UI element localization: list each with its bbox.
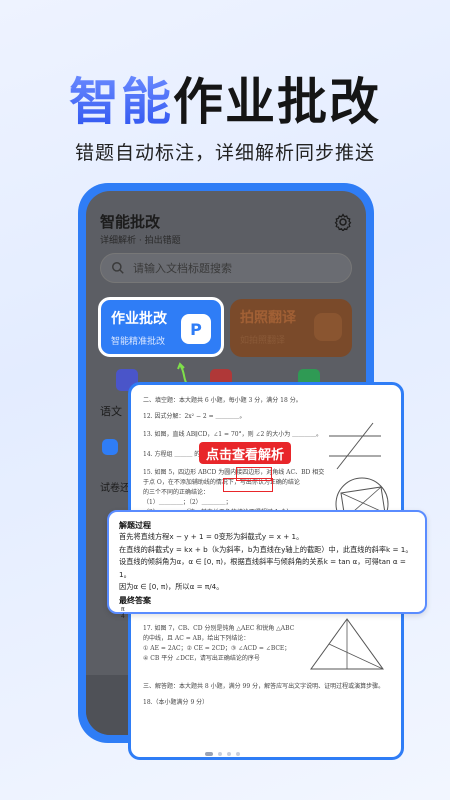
answer-numerator: π	[121, 605, 125, 613]
solution-line: 设直线的倾斜角为α，α ∈ [0, π)，根据直线斜率与倾斜角的关系k = ta…	[119, 557, 406, 579]
error-mark-box	[223, 478, 273, 492]
answer-heading: 最终答案	[119, 595, 151, 605]
search-placeholder: 请输入文档标题搜索	[133, 262, 232, 275]
hero-title: 智能作业批改	[0, 62, 450, 134]
gear-icon[interactable]	[334, 213, 352, 231]
doc-line: 的中线，且 AC = AB，给出下列结论：	[143, 635, 250, 642]
doc-line: （1）＿＿＿＿；（2）＿＿＿＿；	[143, 499, 232, 506]
parallel-lines-figure	[329, 422, 381, 470]
carousel-dot[interactable]	[227, 752, 231, 756]
carousel-dot[interactable]	[205, 752, 213, 756]
doc-line: 三、解答题：本大题共 8 小题，满分 99 分，解答应写出文字说明、证明过程或演…	[143, 683, 385, 690]
carousel-indicator	[205, 752, 240, 756]
homework-correction-card[interactable]: 作业批改 智能精准批改 P	[98, 297, 224, 357]
solution-line: 因为α ∈ [0, π)，所以α = π/4。	[119, 582, 224, 591]
doc-line: 12. 因式分解：2x² − 2 = ＿＿＿＿。	[143, 413, 246, 420]
answer-denominator: 4	[121, 612, 125, 620]
doc-line: ① AE = 2AC；② CE = 2CD；③ ∠ACD = ∠BCE；	[143, 645, 291, 652]
triangle-figure	[310, 618, 384, 670]
doc-line: 17. 如图 7，CB、CD 分别是钝角 △AEC 和锐角 △ABC	[143, 625, 295, 632]
doc-line: 13. 如图，直线 AB∥CD，∠1 = 70°，则 ∠2 的大小为 ＿＿＿＿。	[143, 431, 323, 438]
carousel-dot[interactable]	[218, 752, 222, 756]
solution-heading: 解题过程	[119, 521, 151, 530]
hero-title-accent: 智能	[69, 73, 173, 131]
restore-icon[interactable]	[102, 439, 118, 455]
hero-title-rest: 作业批改	[173, 73, 381, 131]
app-title: 智能批改	[100, 213, 161, 231]
carousel-dot[interactable]	[236, 752, 240, 756]
solution-card: 解题过程 首先将直线方程x − y + 1 = 0变形为斜截式y = x + 1…	[107, 510, 427, 620]
doc-line: 二、填空题：本大题共 6 小题，每小题 3 分，满分 18 分。	[143, 397, 302, 404]
doc-line: 15. 如图 5，四边形 ABCD 为圆内接四边形，对角线 AC、BD 相交	[143, 469, 325, 476]
camera-icon	[314, 313, 342, 341]
doc-line: 18.（本小题满分 9 分）	[143, 699, 209, 706]
solution-line: 在直线的斜截式y = kx + b（k为斜率，b为直线在y轴上的截距）中，此直线…	[119, 544, 413, 554]
search-input[interactable]: 请输入文档标题搜索	[100, 253, 352, 283]
hero-subtitle: 错题自动标注，详细解析同步推送	[74, 142, 375, 164]
solution-line: 首先将直线方程x − y + 1 = 0变形为斜截式y = x + 1。	[119, 532, 304, 541]
doc-line: 的三个不同的正确结论：	[143, 489, 210, 496]
doc-line: ④ CB 平分 ∠DCE，请写出正确结论的序号	[143, 655, 260, 662]
app-subtitle: 详细解析 · 拍出错题	[100, 236, 181, 246]
search-icon	[112, 262, 124, 274]
doc-line: 于点 O，在不添加辅助线的情况下，写出你认为正确的结论	[143, 479, 300, 486]
view-solution-button[interactable]: 点击查看解析	[199, 442, 291, 464]
homework-card-icon: P	[181, 314, 211, 344]
subject-label-chinese: 语文	[100, 405, 122, 418]
photo-translate-card[interactable]: 拍照翻译 如拍照翻译	[230, 299, 352, 357]
